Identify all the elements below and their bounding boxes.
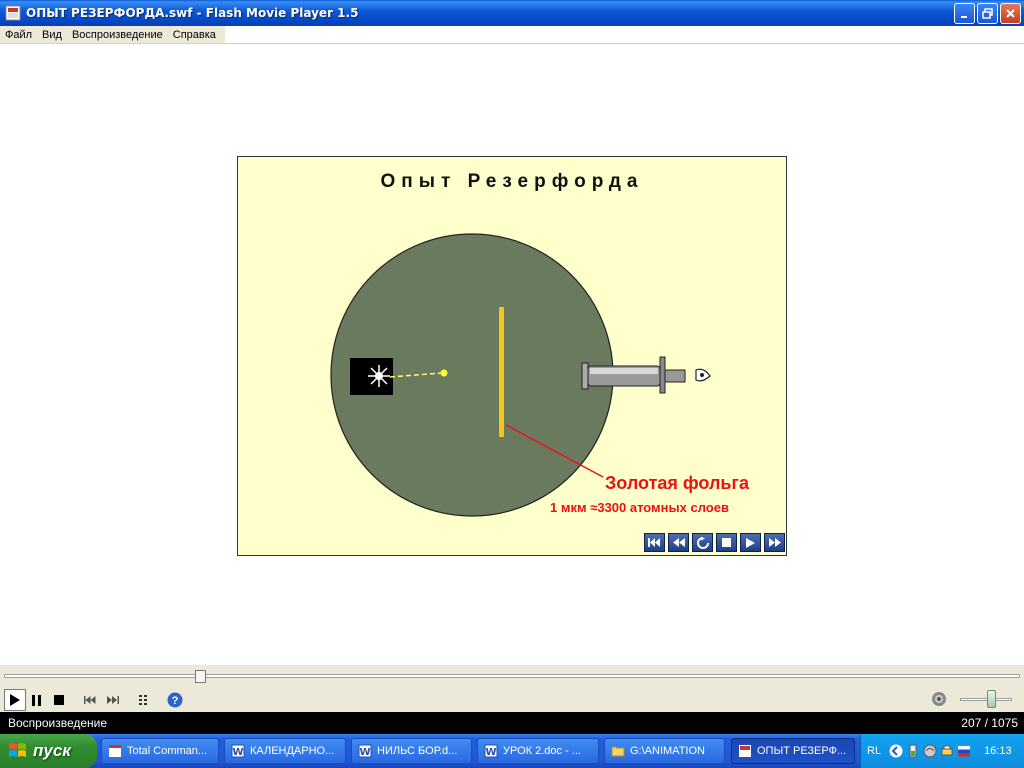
taskbar-item-flash-player[interactable]: ОПЫТ РЕЗЕРФ... [731, 738, 855, 764]
frame-counter: 207 / 1075 [961, 716, 1018, 730]
previous-button[interactable] [79, 689, 101, 711]
flash-player-icon [739, 745, 751, 757]
word-doc-icon: W [484, 744, 498, 758]
help-button[interactable]: ? [164, 689, 186, 711]
window-icon [109, 745, 121, 757]
taskbar-item-label: ОПЫТ РЕЗЕРФ... [757, 745, 847, 757]
system-tray: RL 16:13 [860, 734, 1024, 768]
seek-track[interactable] [4, 674, 1020, 678]
taskbar-item-lesson2[interactable]: W УРОК 2.doc - ... [477, 738, 599, 764]
stop-button[interactable] [48, 689, 70, 711]
experiment-diagram [330, 233, 711, 517]
speaker-icon[interactable] [931, 691, 947, 707]
network-icon[interactable] [923, 744, 937, 758]
stop-button[interactable] [716, 533, 737, 552]
help-icon: ? [167, 692, 183, 708]
restore-button[interactable] [977, 3, 998, 24]
status-bar: Воспроизведение 207 / 1075 [0, 712, 1024, 734]
play-icon [10, 694, 20, 706]
title-bar[interactable]: ОПЫТ РЕЗЕРФОРДА.swf - Flash Movie Player… [0, 0, 1024, 26]
next-button[interactable] [102, 689, 124, 711]
alpha-source-flash-icon [368, 365, 390, 387]
taskbar-item-animation-folder[interactable]: G:\ANIMATION [604, 738, 725, 764]
start-button[interactable]: пуск [0, 734, 97, 768]
play-button[interactable] [4, 689, 26, 711]
svg-text:W: W [485, 747, 496, 758]
taskbar: пуск Total Comman... W КАЛЕНДАРНО... W Н… [0, 734, 1024, 768]
printer-icon[interactable] [940, 744, 954, 758]
language-indicator[interactable]: RL [867, 745, 881, 757]
taskbar-item-niels-bohr[interactable]: W НИЛЬС БОР.d... [351, 738, 472, 764]
stage-controls [644, 533, 785, 552]
replay-icon [696, 536, 709, 549]
flash-stage[interactable]: Опыт Резерфорда Золотая фольга 1 мкм ≈33… [237, 156, 787, 556]
step-forward-icon [768, 538, 781, 547]
taskbar-item-label: НИЛЬС БОР.d... [377, 745, 458, 757]
start-label: пуск [33, 741, 71, 760]
seek-thumb[interactable] [195, 670, 207, 683]
back-arrow-icon[interactable] [889, 744, 903, 758]
folder-icon [611, 746, 625, 757]
minimize-icon [961, 16, 967, 18]
clock[interactable]: 16:13 [984, 745, 1012, 757]
eye-icon [695, 368, 711, 382]
stop-icon [54, 695, 64, 705]
menu-bar: Файл Вид Воспроизведение Справка [0, 26, 1024, 44]
step-back-icon [672, 538, 685, 547]
restore-icon [982, 8, 993, 19]
word-doc-icon: W [358, 744, 372, 758]
seek-bar-area [0, 665, 1024, 688]
taskbar-item-label: Total Comman... [127, 745, 208, 757]
gold-foil [499, 307, 504, 437]
menu-view[interactable]: Вид [37, 29, 67, 41]
player-controls: ? [0, 688, 1024, 712]
taskbar-item-label: УРОК 2.doc - ... [503, 745, 581, 757]
step-back-button[interactable] [668, 533, 689, 552]
rewind-start-icon [647, 538, 660, 547]
windows-logo-icon [9, 743, 26, 757]
menu-playback[interactable]: Воспроизведение [67, 29, 168, 41]
replay-button[interactable] [692, 533, 713, 552]
menu-file[interactable]: Файл [0, 29, 37, 41]
rewind-start-button[interactable] [644, 533, 665, 552]
previous-icon [84, 696, 96, 704]
menu-bar-spacer [224, 26, 1024, 43]
alpha-particle [440, 369, 448, 377]
taskbar-item-calendar[interactable]: W КАЛЕНДАРНО... [224, 738, 346, 764]
stage-title: Опыт Резерфорда [380, 171, 644, 192]
stop-icon [722, 538, 731, 547]
playlist-icon [139, 695, 147, 705]
status-text: Воспроизведение [8, 716, 108, 730]
play-icon [746, 537, 755, 548]
window-title: ОПЫТ РЕЗЕРФОРДА.swf - Flash Movie Player… [26, 6, 359, 20]
taskbar-item-label: КАЛЕНДАРНО... [250, 745, 335, 757]
close-button[interactable] [1000, 3, 1021, 24]
pause-icon [32, 694, 41, 706]
volume-thumb[interactable] [987, 690, 997, 708]
taskbar-item-total-commander[interactable]: Total Comman... [101, 738, 219, 764]
battery-icon[interactable] [906, 744, 920, 758]
volume-track[interactable] [960, 698, 1012, 701]
flash-player-icon [5, 5, 21, 21]
flag-ru-icon[interactable] [957, 744, 971, 758]
playlist-button[interactable] [133, 689, 155, 711]
svg-text:W: W [359, 747, 370, 758]
svg-text:W: W [232, 747, 243, 758]
foil-label: Золотая фольга [605, 473, 749, 493]
minimize-button[interactable] [954, 3, 975, 24]
close-icon [1006, 9, 1015, 18]
taskbar-item-label: G:\ANIMATION [630, 745, 705, 757]
play-button[interactable] [740, 533, 761, 552]
step-forward-button[interactable] [764, 533, 785, 552]
pause-button[interactable] [26, 689, 48, 711]
foil-caption: 1 мкм ≈3300 атомных слоев [550, 500, 729, 515]
word-doc-icon: W [231, 744, 245, 758]
next-icon [107, 696, 119, 704]
svg-text:?: ? [172, 695, 179, 707]
menu-help[interactable]: Справка [168, 29, 221, 41]
